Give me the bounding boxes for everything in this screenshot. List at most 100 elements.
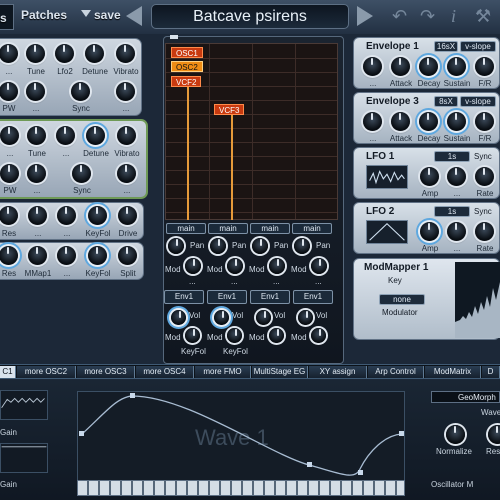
vcf1-res-knob[interactable] [0, 206, 18, 225]
node-vcf3[interactable]: VCF3 [214, 104, 245, 115]
mod-knob-2[interactable] [227, 258, 243, 274]
settings-icon[interactable]: ⚒ [475, 6, 491, 27]
osc2-knob-1[interactable] [0, 126, 19, 145]
osc2-tune-knob[interactable] [27, 126, 46, 145]
env1-knob-1[interactable] [363, 57, 382, 76]
pan-knob-2[interactable] [210, 238, 226, 254]
mod-knob-4[interactable] [311, 258, 327, 274]
tab-xy-assign[interactable]: XY assign [309, 366, 367, 378]
lfo2-amp-knob[interactable] [420, 222, 439, 241]
lfo1-sync-label[interactable]: Sync [474, 152, 492, 161]
vol-knob-1[interactable] [171, 310, 186, 325]
mod-knob-1[interactable] [185, 258, 201, 274]
mod2-knob-1[interactable] [185, 328, 200, 343]
tab-osc1[interactable]: C1 [0, 366, 16, 378]
wave-curve[interactable] [77, 391, 405, 486]
osc1-knob-6[interactable] [26, 82, 45, 101]
wave-step-bar[interactable] [77, 480, 405, 496]
save-button[interactable]: save [94, 8, 121, 22]
geomorph-box[interactable]: GeoMorph [431, 391, 500, 403]
tab-modmatrix[interactable]: ModMatrix [425, 366, 481, 378]
mod2-knob-4[interactable] [311, 328, 326, 343]
pan-knob-1[interactable] [168, 238, 184, 254]
lfo1-waveform-display[interactable] [366, 165, 408, 189]
info-icon[interactable]: i [451, 6, 456, 27]
patches-button[interactable]: Patches [21, 8, 67, 22]
osc2-detune-knob[interactable] [86, 126, 105, 145]
modulator-select[interactable]: none [379, 294, 425, 305]
lfo1-knob-2[interactable] [447, 167, 466, 186]
osc1-pw-knob[interactable] [0, 82, 18, 101]
env3-decay-knob[interactable] [419, 112, 438, 131]
mod2-knob-2[interactable] [227, 328, 242, 343]
mod2-knob-3[interactable] [269, 328, 284, 343]
tab-arp-control[interactable]: Arp Control [368, 366, 424, 378]
osc1-knob-8[interactable] [116, 82, 135, 101]
tab-partial[interactable]: sis [0, 4, 14, 30]
env1-sustain-knob[interactable] [447, 57, 466, 76]
vcf2-split-knob[interactable] [118, 246, 137, 265]
redo-icon[interactable]: ↷ [420, 6, 435, 27]
osc1-lfo2-knob[interactable] [55, 44, 74, 63]
output-select-4[interactable]: main [292, 223, 332, 234]
vcf1-knob-2[interactable] [28, 206, 47, 225]
next-patch-arrow-icon[interactable] [357, 6, 373, 26]
vol-knob-2[interactable] [214, 310, 229, 325]
env1-fr-knob[interactable] [475, 57, 494, 76]
pan-knob-3[interactable] [252, 238, 268, 254]
env3-sustain-knob[interactable] [447, 112, 466, 131]
undo-icon[interactable]: ↶ [392, 6, 407, 27]
lfo2-waveform-display[interactable] [366, 220, 408, 244]
env-select-3[interactable]: Env1 [250, 290, 290, 304]
env1-decay-knob[interactable] [419, 57, 438, 76]
output-select-2[interactable]: main [208, 223, 248, 234]
output-select-3[interactable]: main [250, 223, 290, 234]
osc1-sync-knob[interactable] [71, 82, 90, 101]
lfo2-rate-knob[interactable] [475, 222, 494, 241]
osc1-knob-1[interactable] [0, 44, 18, 63]
tab-more-fmo[interactable]: more FMO [195, 366, 251, 378]
env3-mode-box[interactable]: v-slope [460, 96, 496, 107]
mod-knob-3[interactable] [269, 258, 285, 274]
vcf1-drive-knob[interactable] [118, 206, 137, 225]
node-vcf2[interactable]: VCF2 [171, 76, 202, 87]
mini-envelope-1-display[interactable] [0, 390, 48, 420]
env3-fr-knob[interactable] [475, 112, 494, 131]
node-osc2[interactable]: OSC2 [171, 61, 203, 72]
tab-more-osc3[interactable]: more OSC3 [77, 366, 135, 378]
osc2-pw-knob[interactable] [0, 164, 19, 183]
lfo1-amp-knob[interactable] [420, 167, 439, 186]
tab-multistage-eg[interactable]: MultiStage EG [252, 366, 308, 378]
normalize-knob[interactable] [446, 425, 465, 444]
env1-attack-knob[interactable] [391, 57, 410, 76]
pan-knob-4[interactable] [294, 238, 310, 254]
vcf1-knob-3[interactable] [57, 206, 76, 225]
modmapper-curve-display[interactable] [455, 262, 500, 338]
vcf1-keyfol-knob[interactable] [88, 206, 107, 225]
tab-more-osc2[interactable]: more OSC2 [17, 366, 76, 378]
osc2-knob-6[interactable] [27, 164, 46, 183]
lfo1-rate-knob[interactable] [475, 167, 494, 186]
env1-time-box[interactable]: 16sX [434, 41, 458, 52]
node-osc1[interactable]: OSC1 [171, 47, 203, 58]
env3-attack-knob[interactable] [391, 112, 410, 131]
vcf2-res-knob[interactable] [0, 246, 18, 265]
mini-envelope-2-display[interactable] [0, 443, 48, 473]
prev-patch-arrow-icon[interactable] [126, 6, 142, 26]
vol-knob-4[interactable] [298, 310, 313, 325]
tab-partial-d[interactable]: D [482, 366, 500, 378]
env-select-1[interactable]: Env1 [164, 290, 204, 304]
osc2-sync-knob[interactable] [72, 164, 91, 183]
vcf2-keyfol-knob[interactable] [88, 246, 107, 265]
vcf2-knob-3[interactable] [57, 246, 76, 265]
env-select-2[interactable]: Env1 [207, 290, 247, 304]
lfo2-rate-box[interactable]: 1s [434, 206, 470, 217]
osc2-knob-8[interactable] [117, 164, 136, 183]
env1-mode-box[interactable]: v-slope [460, 41, 496, 52]
env-select-4[interactable]: Env1 [293, 290, 333, 304]
osc1-vibrato-knob[interactable] [116, 44, 135, 63]
lfo2-sync-label[interactable]: Sync [474, 207, 492, 216]
osc1-tune-knob[interactable] [26, 44, 45, 63]
osc2-knob-3[interactable] [56, 126, 75, 145]
patch-name-display[interactable]: Batcave psirens [151, 4, 349, 29]
